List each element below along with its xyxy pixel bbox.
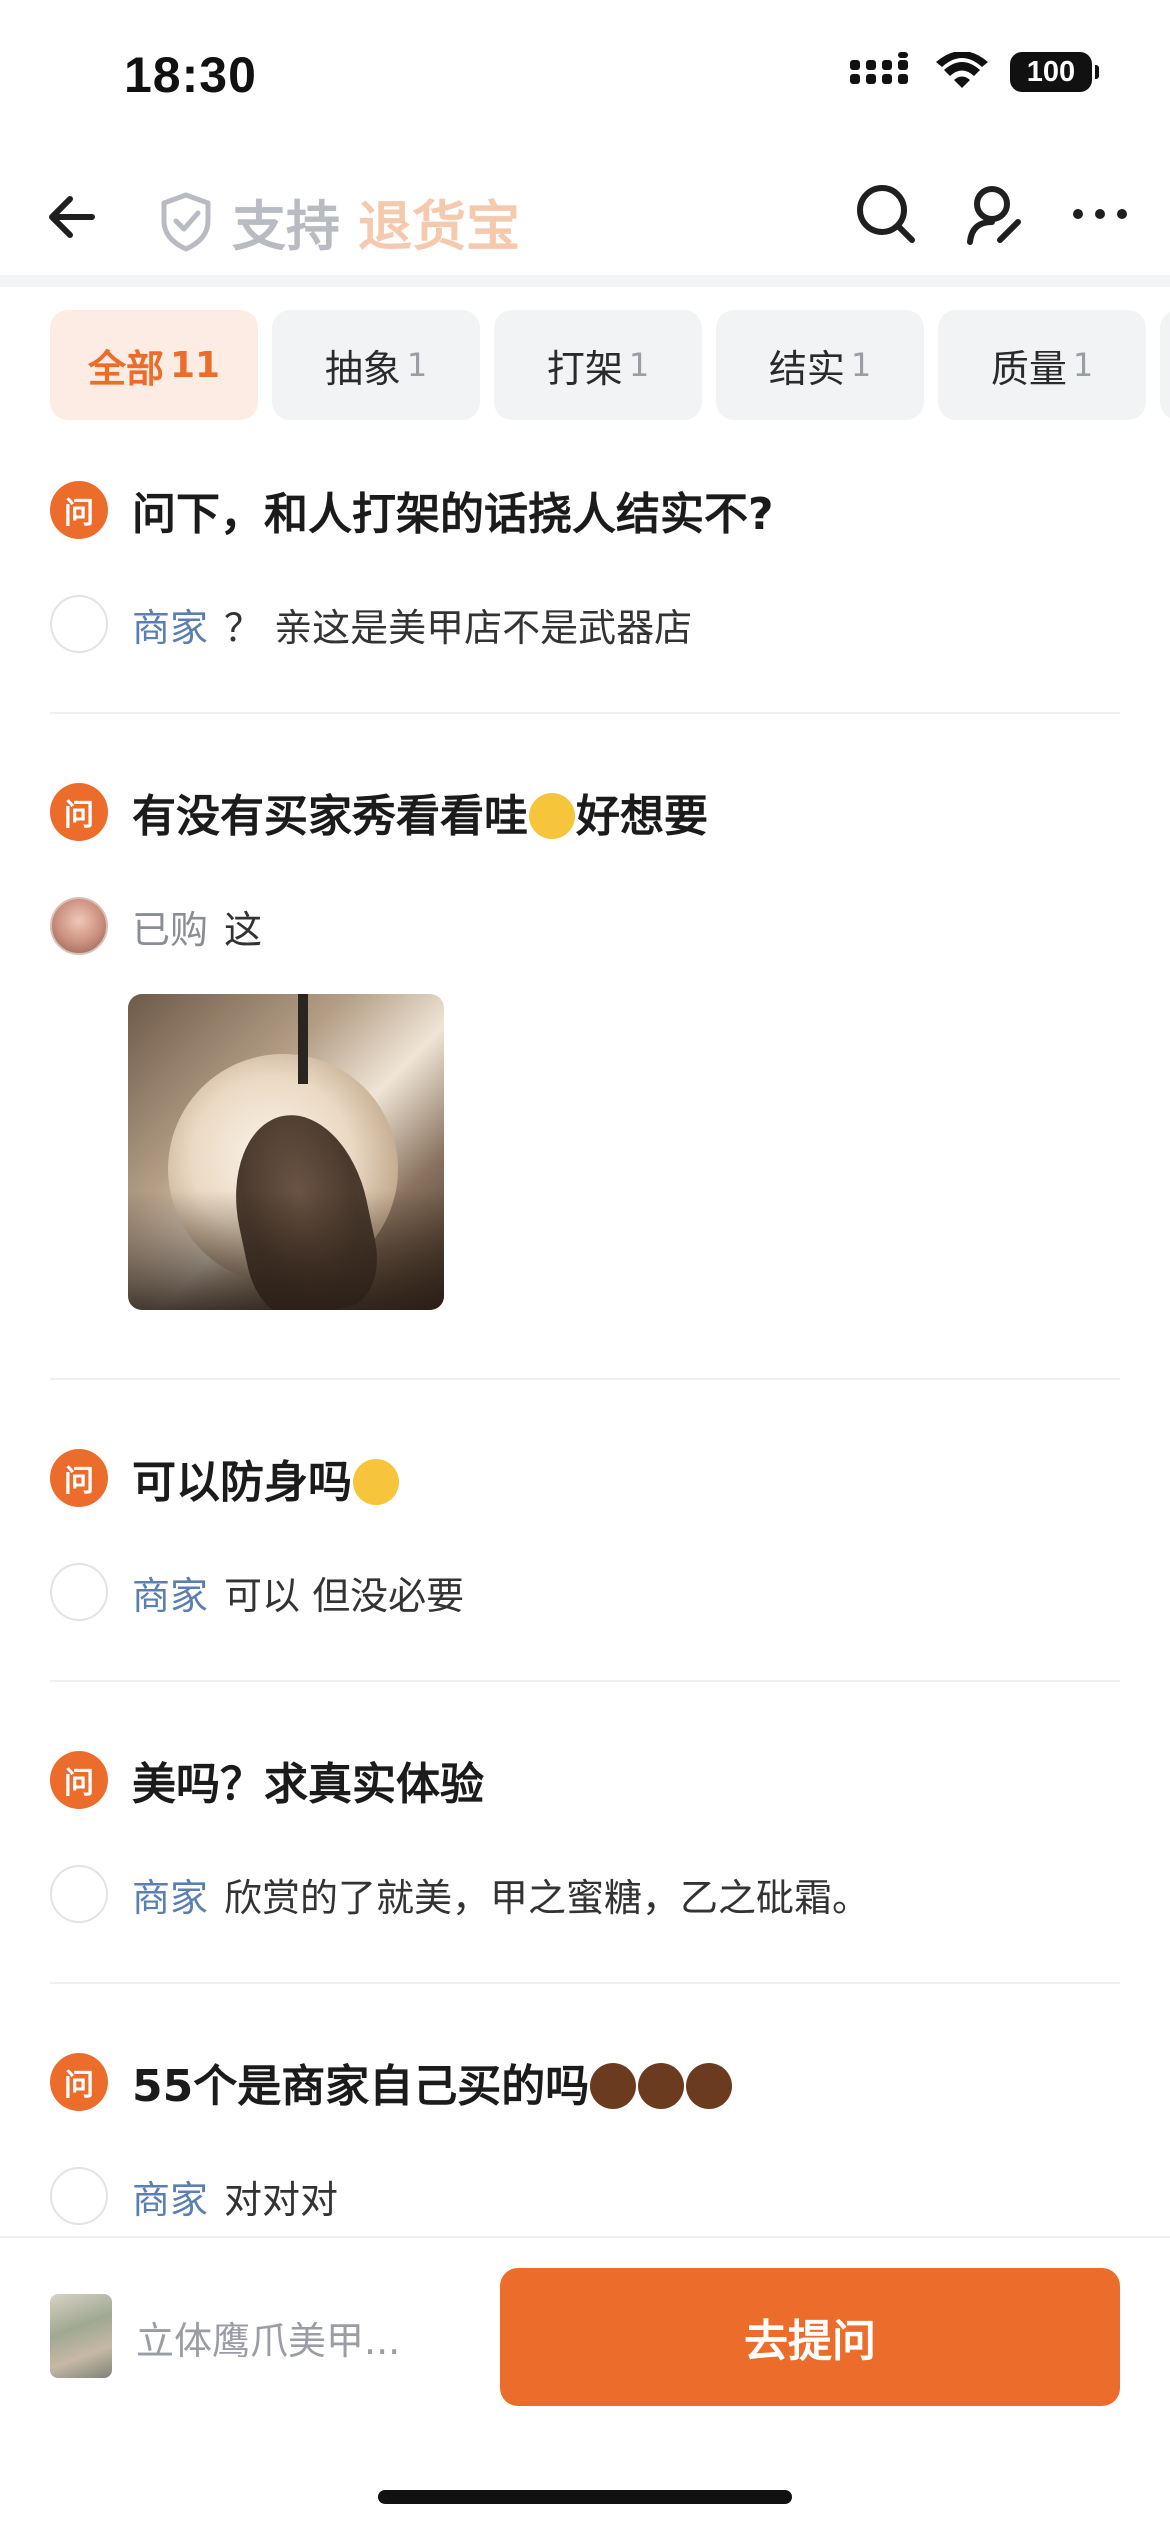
status-time: 18:30 — [124, 47, 257, 103]
wifi-icon — [936, 52, 988, 88]
question-text-part: 有没有买家秀看看哇 — [132, 791, 528, 842]
tab-abstract[interactable]: 抽象 1 — [272, 310, 480, 420]
answer-row: 商家 可以 但没必要 — [50, 1542, 1120, 1642]
shield-check-icon — [161, 192, 211, 251]
tab-count: 1 — [850, 346, 872, 384]
question-text: 可以防身吗 — [132, 1446, 400, 1510]
answer-text: 对对对 — [224, 2177, 339, 2222]
question-badge: 问 — [50, 481, 108, 539]
question-badge: 问 — [50, 1751, 108, 1809]
answer-role: 商家 — [132, 605, 209, 650]
question-badge: 问 — [50, 1449, 108, 1507]
tab-all[interactable]: 全部 11 — [50, 310, 258, 420]
tab-count: 1 — [1072, 346, 1094, 384]
cellular-signal-icon — [850, 52, 908, 84]
qa-item[interactable]: 问 美吗？求真实体验 商家 欣赏的了就美，甲之蜜糖，乙之砒霜。 — [50, 1730, 1120, 1984]
tab-sturdy[interactable]: 结实 1 — [716, 310, 924, 420]
nav-bar: 支持 退货宝 — [0, 160, 1170, 280]
answer-text: 这 — [224, 907, 263, 952]
answer-role: 已购 — [132, 907, 209, 952]
search-icon[interactable] — [854, 182, 918, 246]
tab-label: 结实 — [768, 346, 845, 391]
question-text-part: 好想要 — [576, 791, 708, 842]
avatar — [50, 1865, 108, 1923]
answer-role: 商家 — [132, 2177, 209, 2222]
nav-title-brand: 退货宝 — [358, 195, 520, 258]
ask-question-button[interactable]: 去提问 — [500, 2268, 1120, 2406]
back-arrow-icon[interactable] — [40, 182, 110, 252]
lamp-pole — [298, 994, 308, 1084]
qa-item[interactable]: 问 问下，和人打架的话挠人结实不? 商家 ？ 亲这是美甲店不是武器店 — [50, 460, 1120, 714]
hushed-face-emoji-icon — [529, 793, 575, 839]
tab-label: 抽象 — [324, 346, 401, 391]
question-row: 问 55个是商家自己买的吗 — [50, 2032, 1120, 2132]
answer-text: ？ 亲这是美甲店不是武器店 — [224, 605, 693, 650]
status-icons: 100 — [850, 52, 1099, 92]
avatar — [50, 595, 108, 653]
question-row: 问 有没有买家秀看看哇 好想要 — [50, 762, 1120, 862]
answer-row: 商家 ？ 亲这是美甲店不是武器店 — [50, 574, 1120, 674]
buyer-show-photo[interactable] — [128, 994, 444, 1310]
question-badge: 问 — [50, 2053, 108, 2111]
question-row: 问 可以防身吗 — [50, 1428, 1120, 1528]
tab-quality[interactable]: 质量 1 — [938, 310, 1146, 420]
avatar — [50, 897, 108, 955]
status-bar: 18:30 100 — [0, 0, 1170, 150]
question-text-part: 可以防身吗 — [132, 1457, 352, 1508]
more-icon[interactable] — [1070, 204, 1130, 224]
question-text-part: 55个是商家自己买的吗 — [132, 2061, 590, 2112]
drooling-face-emoji-icon — [686, 2063, 733, 2109]
question-row: 问 美吗？求真实体验 — [50, 1730, 1120, 1830]
battery-indicator: 100 — [1010, 52, 1099, 92]
tab-fighting[interactable]: 打架 1 — [494, 310, 702, 420]
product-name[interactable]: 立体鹰爪美甲... — [136, 2310, 400, 2365]
nav-title: 支持 退货宝 — [158, 182, 520, 261]
tab-label: 全部 — [87, 346, 164, 391]
flushed-face-emoji-icon — [353, 1459, 399, 1505]
customer-service-icon[interactable] — [962, 182, 1026, 246]
question-text: 55个是商家自己买的吗 — [132, 2050, 733, 2114]
question-badge: 问 — [50, 783, 108, 841]
answer-role: 商家 — [132, 1573, 209, 1618]
nav-actions — [854, 182, 1130, 246]
qa-item[interactable]: 问 有没有买家秀看看哇 好想要 已购 这 — [50, 762, 1120, 1380]
question-text: 美吗？求真实体验 — [132, 1759, 484, 1810]
tab-count: 11 — [169, 344, 221, 386]
tab-overflow[interactable] — [1160, 310, 1170, 420]
qa-list: 问 问下，和人打架的话挠人结实不? 商家 ？ 亲这是美甲店不是武器店 问 有没有… — [50, 460, 1120, 2334]
question-text: 有没有买家秀看看哇 好想要 — [132, 780, 708, 844]
tab-count: 1 — [406, 346, 428, 384]
tag-tabs: 全部 11 抽象 1 打架 1 结实 1 质量 1 — [50, 310, 1170, 420]
tab-label: 打架 — [546, 346, 623, 391]
answer-row: 商家 对对对 — [50, 2146, 1120, 2246]
product-thumbnail[interactable] — [50, 2294, 112, 2378]
answer-text: 可以 但没必要 — [224, 1573, 465, 1618]
avatar — [50, 2167, 108, 2225]
photo-shadow — [128, 1190, 444, 1310]
tab-label: 质量 — [990, 346, 1067, 391]
drooling-face-emoji-icon — [638, 2063, 685, 2109]
nav-title-support: 支持 — [232, 195, 340, 258]
bottom-bar: 立体鹰爪美甲... 去提问 — [0, 2236, 1170, 2532]
home-indicator — [378, 2490, 792, 2504]
answer-row: 已购 这 — [50, 876, 1120, 976]
drooling-face-emoji-icon — [590, 2063, 637, 2109]
nav-divider — [0, 275, 1170, 287]
question-text: 问下，和人打架的话挠人结实不? — [132, 489, 774, 540]
answer-role: 商家 — [132, 1875, 209, 1920]
qa-item[interactable]: 问 可以防身吗 商家 可以 但没必要 — [50, 1428, 1120, 1682]
tab-count: 1 — [628, 346, 650, 384]
question-row: 问 问下，和人打架的话挠人结实不? — [50, 460, 1120, 560]
avatar — [50, 1563, 108, 1621]
answer-text: 欣赏的了就美，甲之蜜糖，乙之砒霜。 — [224, 1875, 871, 1920]
answer-row: 商家 欣赏的了就美，甲之蜜糖，乙之砒霜。 — [50, 1844, 1120, 1944]
